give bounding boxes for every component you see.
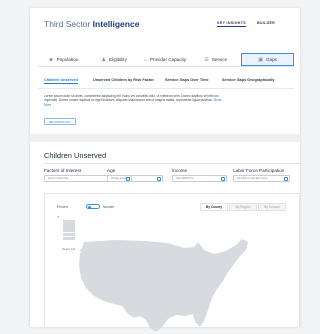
legend-caption: Region info — [62, 248, 76, 251]
brand-logo[interactable]: Third Sector Intelligence — [44, 19, 139, 29]
subtab-children-unserved[interactable]: Children Unserved — [44, 78, 78, 84]
app-header: Third Sector Intelligence KEY INSIGHTS B… — [30, 8, 300, 40]
select-value: Family Child Care — [48, 177, 69, 180]
us-map-shape[interactable] — [79, 239, 248, 332]
subtab-risk-factor[interactable]: Unserved Children by Risk Factor — [93, 78, 154, 82]
nav-key-insights[interactable]: KEY INSIGHTS — [217, 21, 246, 27]
methodology-button[interactable]: METHODOLOGY — [44, 118, 76, 125]
filter-label-age: Age — [107, 168, 116, 173]
labor-select[interactable]: All adults in the labor force — [233, 175, 290, 182]
person-check-icon: ♟ — [101, 56, 106, 63]
tab-label: Service — [211, 57, 228, 62]
zoom-in-button[interactable]: + — [57, 214, 59, 219]
building-icon: ⌂ — [143, 56, 147, 63]
subtab-geographically[interactable]: Service Gaps Geographically — [222, 78, 275, 82]
legend-swatch — [63, 236, 75, 241]
divider — [44, 163, 300, 164]
filter-label-factors: Factors of Interest — [44, 168, 82, 173]
subtab-over-time[interactable]: Service Gaps Over Time — [165, 78, 209, 82]
divider — [38, 88, 294, 89]
tab-label: Gaps — [265, 57, 277, 62]
percent-number-toggle[interactable] — [86, 204, 100, 209]
select-value: 100-199% FPL — [176, 177, 194, 180]
section-title: Children Unserved — [44, 151, 107, 160]
chevron-down-icon — [157, 177, 161, 181]
toggle-percent-label: Percent — [57, 205, 68, 209]
us-map[interactable] — [76, 234, 256, 334]
gaps-icon: ▣ — [258, 56, 263, 63]
legend-swatch — [63, 228, 75, 233]
list-icon: ☰ — [204, 56, 209, 63]
tab-label: Eligibility — [109, 57, 127, 62]
legend-swatch — [63, 224, 75, 228]
description: Lorem ipsum dolor sit amet, consectetur … — [44, 94, 226, 107]
age-select[interactable]: All Age Groups — [107, 175, 163, 182]
tab-gaps[interactable]: ▣ Gaps — [241, 53, 294, 66]
legend-swatch — [63, 220, 75, 224]
map-legend — [63, 220, 75, 242]
description-text: Lorem ipsum dolor sit amet, consectetur … — [44, 94, 219, 103]
chevron-down-icon — [221, 177, 225, 181]
filter-label-income: Income — [172, 168, 188, 173]
select-value: All Age Groups — [111, 177, 129, 180]
legend-swatch — [63, 232, 75, 237]
section-separator — [30, 134, 300, 142]
tab-provider-capacity[interactable]: ⌂ Provider Capacity — [140, 53, 191, 66]
tab-label: Provider Capacity — [149, 57, 187, 62]
nav-builder[interactable]: BUILDER — [257, 21, 275, 25]
select-value: All adults in the labor force — [237, 177, 268, 180]
people-icon: ☻ — [48, 56, 54, 63]
tab-population[interactable]: ☻ Population — [38, 53, 89, 66]
subtabs: Children Unserved Unserved Children by R… — [38, 76, 294, 86]
income-select[interactable]: 100-199% FPL — [172, 175, 227, 182]
category-tabs: ☻ Population ♟ Eligibility ⌂ Provider Ca… — [38, 53, 294, 67]
brand-bold: Intelligence — [92, 19, 140, 29]
chevron-down-icon — [284, 177, 288, 181]
tab-eligibility[interactable]: ♟ Eligibility — [89, 53, 140, 66]
segment-by-region[interactable]: By Region — [229, 203, 257, 211]
page-card: Third Sector Intelligence KEY INSIGHTS B… — [30, 8, 300, 332]
segment-by-county[interactable]: By County — [200, 203, 228, 211]
toggle-number-label: Number — [103, 205, 115, 209]
filter-label-labor: Labor Force Participation — [233, 168, 285, 173]
segment-by-census[interactable]: By Census — [258, 203, 286, 211]
tab-service[interactable]: ☰ Service — [190, 53, 241, 66]
tab-label: Population — [56, 57, 79, 62]
toggle-knob — [88, 205, 91, 209]
brand-light: Third Sector — [44, 19, 91, 29]
